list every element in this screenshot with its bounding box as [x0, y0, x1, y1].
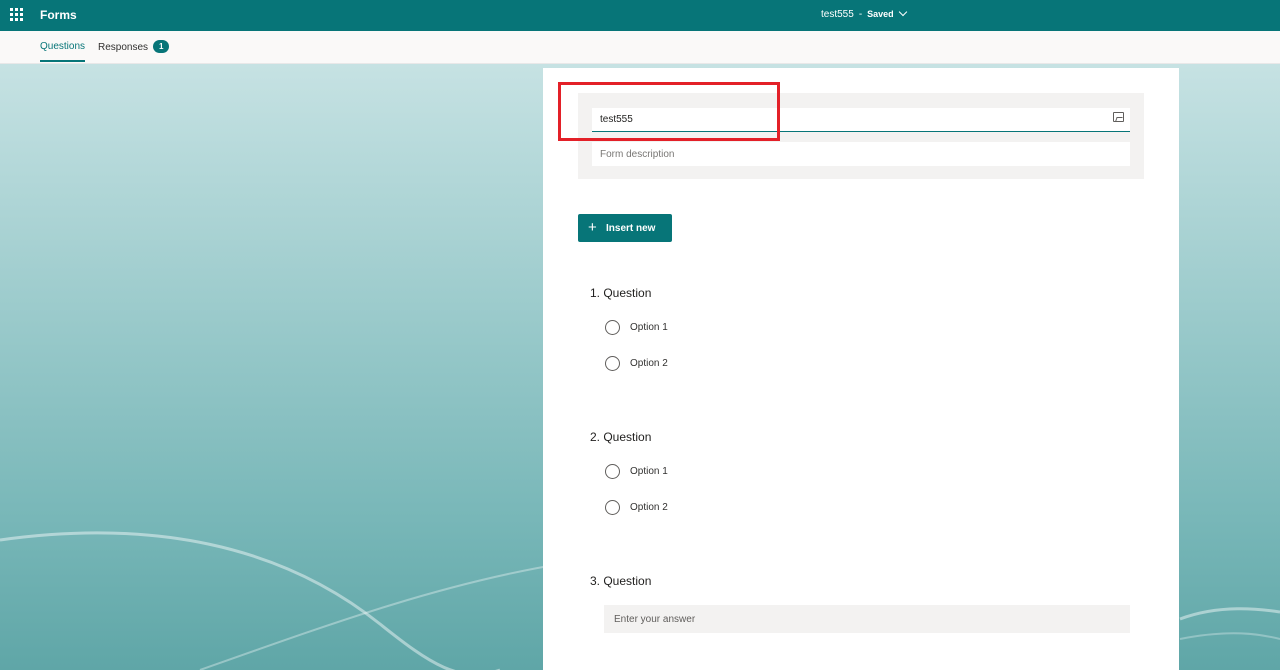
document-title: test555 — [821, 9, 854, 20]
insert-new-button[interactable]: + Insert new — [578, 214, 672, 242]
title-separator: - — [858, 9, 863, 20]
tab-questions[interactable]: Questions — [40, 41, 86, 62]
tab-responses[interactable]: Responses 1 — [98, 40, 170, 54]
tab-responses-label: Responses — [98, 42, 149, 53]
radio-icon[interactable] — [605, 500, 620, 515]
insert-new-label: Insert new — [606, 223, 656, 234]
form-title-input[interactable] — [592, 108, 1130, 132]
question-1-title[interactable]: 1. Question — [590, 286, 651, 300]
top-bar: Forms test555- Saved — [0, 0, 1280, 31]
app-launcher-icon[interactable] — [10, 8, 23, 21]
radio-icon[interactable] — [605, 320, 620, 335]
chevron-down-icon[interactable] — [898, 7, 907, 17]
document-title-status[interactable]: test555- Saved — [821, 7, 907, 20]
question-3-title[interactable]: 3. Question — [590, 574, 651, 588]
plus-icon: + — [588, 219, 597, 236]
option-label: Option 2 — [630, 358, 668, 369]
app-title[interactable]: Forms — [40, 8, 77, 22]
option-label: Option 1 — [630, 466, 668, 477]
insert-image-icon[interactable] — [1113, 112, 1124, 122]
radio-icon[interactable] — [605, 356, 620, 371]
form-description-input[interactable] — [592, 142, 1130, 166]
tab-questions-label: Questions — [40, 41, 86, 52]
active-tab-indicator — [40, 60, 86, 62]
option-label: Option 2 — [630, 502, 668, 513]
radio-icon[interactable] — [605, 464, 620, 479]
responses-count-badge: 1 — [153, 40, 170, 53]
question-3-answer-input[interactable] — [604, 605, 1130, 633]
tab-bar: Questions Responses 1 — [0, 31, 1280, 64]
option-label: Option 1 — [630, 322, 668, 333]
form-header — [578, 93, 1144, 179]
question-2-title[interactable]: 2. Question — [590, 430, 651, 444]
form-card: + Insert new 1. Question Option 1 Option… — [543, 68, 1179, 670]
save-status: Saved — [867, 9, 894, 19]
